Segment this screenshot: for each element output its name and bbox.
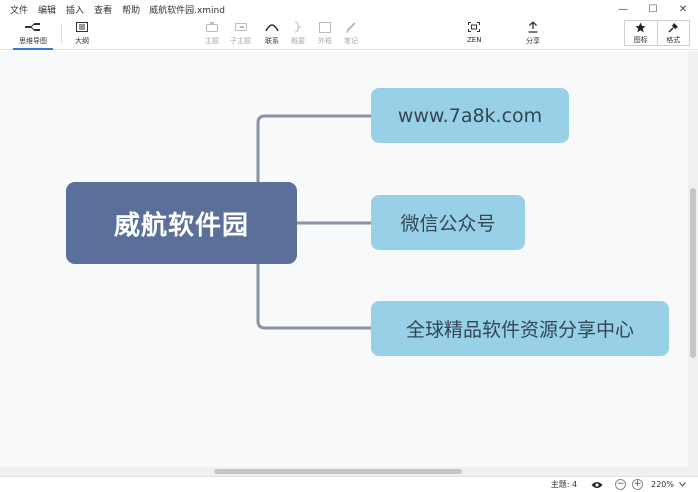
- topic-website[interactable]: www.7a8k.com: [371, 88, 569, 143]
- minimize-button[interactable]: —: [608, 0, 638, 18]
- topic-count: 主题: 4: [550, 480, 578, 489]
- menu-bar: 文件 编辑 插入 查看 帮助 威航软件园.xmind — ☐ ✕: [0, 0, 698, 18]
- zen-button[interactable]: ZEN: [467, 20, 481, 48]
- outline-icon: [76, 20, 88, 34]
- share-upload-icon: [528, 20, 538, 34]
- subtopic-icon: [234, 20, 247, 34]
- paintbrush-icon: [668, 22, 679, 33]
- summary-button[interactable]: 概要: [291, 20, 305, 48]
- central-topic[interactable]: 威航软件园: [66, 182, 297, 264]
- menu-view[interactable]: 查看: [89, 3, 117, 16]
- relationship-label: 联系: [265, 37, 279, 45]
- mindmap-view-button[interactable]: 思维导图: [13, 20, 53, 50]
- share-button[interactable]: 分享: [526, 20, 540, 48]
- topic-label: 主题: [205, 37, 219, 45]
- topic-wechat[interactable]: 微信公众号: [371, 195, 525, 250]
- mindmap-icon: [25, 20, 41, 34]
- icons-panel-label: 图标: [633, 36, 648, 44]
- topic-icon: [206, 20, 218, 34]
- relationship-icon: [265, 20, 279, 34]
- mindmap-canvas[interactable]: 威航软件园 www.7a8k.com 微信公众号 全球精品软件资源分享中心: [0, 51, 698, 476]
- zoom-in-button[interactable]: +: [632, 479, 644, 490]
- topic-slogan[interactable]: 全球精品软件资源分享中心: [371, 301, 669, 356]
- window-controls: — ☐ ✕: [608, 0, 698, 18]
- mindmap-view-label: 思维导图: [19, 37, 47, 45]
- central-topic-text: 威航软件园: [113, 210, 249, 241]
- maximize-button[interactable]: ☐: [638, 0, 668, 18]
- menu-insert[interactable]: 插入: [61, 3, 89, 16]
- format-panel-label: 格式: [666, 36, 681, 44]
- subtopic-button[interactable]: 子主题: [230, 20, 251, 48]
- outline-view-label: 大纲: [75, 37, 89, 45]
- status-bar: 主题: 4 − + 220%: [0, 476, 698, 492]
- eye-icon[interactable]: [591, 481, 603, 489]
- summary-brace-icon: [294, 20, 302, 34]
- vertical-scrollbar[interactable]: [688, 51, 698, 476]
- horizontal-scroll-thumb[interactable]: [214, 469, 462, 474]
- icons-panel-button[interactable]: 图标: [625, 21, 657, 45]
- close-button[interactable]: ✕: [668, 0, 698, 18]
- menu-edit[interactable]: 编辑: [33, 3, 61, 16]
- toolbar-divider: [61, 24, 62, 44]
- notes-button[interactable]: 笔记: [344, 20, 358, 48]
- chevron-down-icon[interactable]: [679, 482, 686, 487]
- menu-file[interactable]: 文件: [0, 3, 33, 16]
- format-panel-button[interactable]: 格式: [656, 21, 690, 45]
- panel-toggle-group: 图标 格式: [624, 20, 690, 46]
- boundary-button[interactable]: 外框: [318, 20, 332, 48]
- document-title: 威航软件园.xmind: [149, 5, 225, 16]
- boundary-icon: [319, 20, 331, 34]
- notes-label: 笔记: [344, 37, 358, 45]
- pencil-icon: [345, 20, 357, 34]
- vertical-scroll-thumb[interactable]: [690, 188, 696, 358]
- menu-help[interactable]: 帮助: [117, 3, 145, 16]
- zoom-level[interactable]: 220%: [651, 480, 674, 489]
- horizontal-scrollbar[interactable]: [0, 467, 698, 476]
- zen-fullscreen-icon: [468, 20, 481, 34]
- zen-label: ZEN: [467, 36, 482, 44]
- star-icon: [635, 22, 646, 33]
- subtopic-label: 子主题: [230, 37, 251, 45]
- topic-slogan-text: 全球精品软件资源分享中心: [405, 319, 634, 341]
- topic-website-text: www.7a8k.com: [397, 104, 543, 127]
- relationship-button[interactable]: 联系: [265, 20, 279, 48]
- toolbar: 思维导图 大纲 主题 子主题 联系 概要 外框 笔记 ZEN 分享: [0, 18, 698, 50]
- topic-button[interactable]: 主题: [205, 20, 219, 48]
- zoom-out-button[interactable]: −: [615, 479, 627, 490]
- outline-view-button[interactable]: 大纲: [75, 20, 89, 48]
- boundary-label: 外框: [318, 37, 332, 45]
- summary-label: 概要: [291, 37, 305, 45]
- share-label: 分享: [526, 37, 540, 45]
- topic-wechat-text: 微信公众号: [400, 213, 496, 235]
